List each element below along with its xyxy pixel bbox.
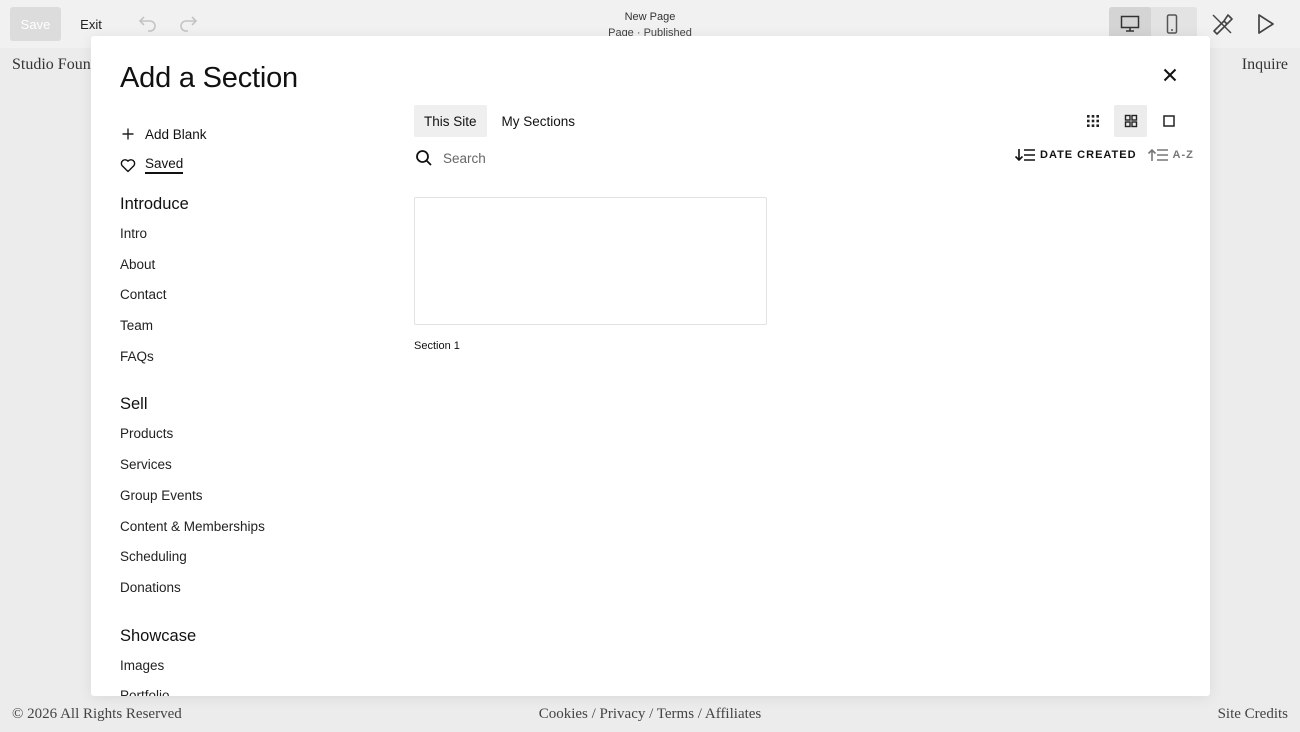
site-logo[interactable]: Studio Found <box>12 56 99 74</box>
category-item-content-memberships[interactable]: Content & Memberships <box>120 517 380 548</box>
category-title-introduce: Introduce <box>120 195 189 213</box>
plus-icon <box>120 126 136 142</box>
redo-icon[interactable] <box>176 12 200 36</box>
section-card-label: Section 1 <box>414 340 460 352</box>
medium-grid-icon[interactable] <box>1114 105 1147 137</box>
section-thumbnail[interactable] <box>414 197 767 325</box>
sort-ascending-icon <box>1147 147 1169 163</box>
add-section-modal: Add a Section Add Blank Saved Introduce … <box>91 36 1210 696</box>
search-input[interactable] <box>443 150 743 166</box>
add-blank-label: Add Blank <box>145 126 207 142</box>
category-item-intro[interactable]: Intro <box>120 224 380 255</box>
sort-descending-icon <box>1014 147 1036 163</box>
category-item-group-events[interactable]: Group Events <box>120 486 380 517</box>
nav-link-inquire[interactable]: Inquire <box>1242 56 1288 74</box>
category-item-contact[interactable]: Contact <box>120 285 380 316</box>
saved-button[interactable]: Saved <box>120 153 380 177</box>
sort-controls: DATE CREATED A-Z <box>1014 147 1194 163</box>
category-item-donations[interactable]: Donations <box>120 578 380 609</box>
search-icon <box>415 149 433 167</box>
category-title-sell: Sell <box>120 395 148 414</box>
small-grid-icon[interactable] <box>1076 105 1109 137</box>
preview-play-icon[interactable] <box>1252 11 1278 37</box>
close-icon[interactable] <box>1159 64 1181 86</box>
sort-date-created-button[interactable]: DATE CREATED <box>1014 147 1137 163</box>
sort-date-label: DATE CREATED <box>1040 149 1137 161</box>
modal-title: Add a Section <box>120 62 298 94</box>
section-search <box>415 146 815 170</box>
footer-links[interactable]: Cookies / Privacy / Terms / Affiliates <box>0 706 1300 723</box>
category-item-faqs[interactable]: FAQs <box>120 347 380 378</box>
category-title-showcase: Showcase <box>120 626 197 645</box>
save-button[interactable]: Save <box>10 7 61 41</box>
saved-label: Saved <box>145 156 184 174</box>
site-styles-icon[interactable] <box>1209 11 1235 37</box>
sort-a-z-label: A-Z <box>1172 149 1194 161</box>
site-footer: © 2026 All Rights Reserved Cookies / Pri… <box>0 704 1300 728</box>
tab-this-site[interactable]: This Site <box>414 105 487 137</box>
grid-size-toggles <box>1071 105 1185 137</box>
category-item-portfolio[interactable]: Portfolio <box>120 686 380 696</box>
page-title: New Page <box>624 11 676 23</box>
undo-icon[interactable] <box>136 12 160 36</box>
category-item-images[interactable]: Images <box>120 656 380 687</box>
category-item-team[interactable]: Team <box>120 316 380 347</box>
category-item-products[interactable]: Products <box>120 424 380 455</box>
footer-credits[interactable]: Site Credits <box>1218 706 1288 723</box>
add-blank-button[interactable]: Add Blank <box>120 122 380 146</box>
large-grid-icon[interactable] <box>1152 105 1185 137</box>
category-item-services[interactable]: Services <box>120 455 380 486</box>
category-sidebar: Add Blank Saved Introduce Intro About Co… <box>120 122 380 697</box>
heart-icon <box>120 157 136 173</box>
category-item-about[interactable]: About <box>120 255 380 286</box>
sort-a-z-button[interactable]: A-Z <box>1147 147 1194 163</box>
section-source-tabs: This Site My Sections <box>414 105 585 137</box>
tab-my-sections[interactable]: My Sections <box>492 105 586 137</box>
category-item-scheduling[interactable]: Scheduling <box>120 547 380 578</box>
